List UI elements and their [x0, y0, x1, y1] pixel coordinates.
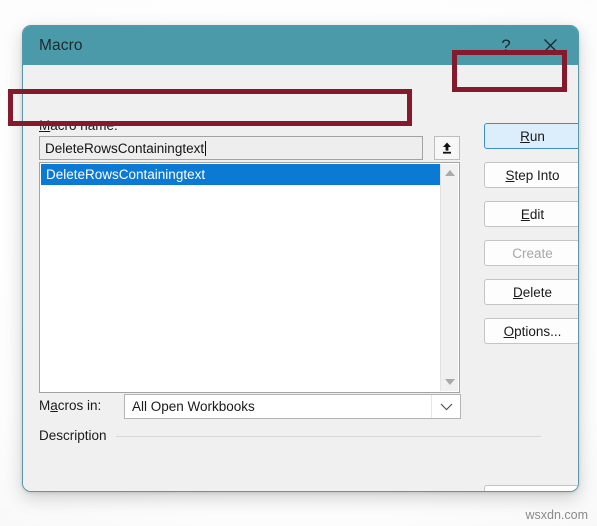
listbox-scrollbar[interactable] [440, 164, 458, 391]
chevron-down-icon[interactable] [431, 395, 460, 418]
step-into-button-mnemonic: S [505, 167, 515, 183]
list-item[interactable]: DeleteRowsContainingtext [41, 164, 440, 185]
macros-in-label-post: cros in: [57, 398, 102, 413]
run-button[interactable]: Run [484, 123, 578, 149]
upload-arrow-icon[interactable] [434, 136, 460, 160]
question-mark-icon[interactable]: ? [484, 26, 528, 65]
macros-in-value: All Open Workbooks [132, 399, 255, 414]
macro-name-input[interactable]: DeleteRowsContainingtext [39, 136, 423, 160]
description-value [39, 447, 541, 477]
options-button-mnemonic: O [503, 323, 515, 339]
macros-in-label-pre: M [39, 398, 51, 413]
close-icon[interactable] [528, 26, 572, 65]
step-into-button-label: tep Into [514, 167, 560, 183]
macros-in-select[interactable]: All Open Workbooks [124, 394, 461, 419]
edit-button-label: dit [529, 206, 545, 222]
macro-name-label-rest: acro name: [50, 118, 118, 133]
macro-name-label: Macro name: [39, 118, 118, 133]
cancel-button-label: Cancel [511, 491, 553, 492]
macros-in-label: Macros in: [39, 398, 101, 413]
dialog-titlebar: Macro ? [23, 26, 578, 65]
macro-dialog: Macro ? Macro name: DeleteRowsContaining… [22, 25, 579, 492]
delete-button[interactable]: Delete [484, 279, 578, 305]
description-label: Description [39, 428, 107, 443]
options-button-label: ptions... [514, 323, 562, 339]
text-caret [205, 140, 207, 156]
macro-listbox[interactable]: DeleteRowsContainingtext [39, 162, 460, 393]
dialog-title: Macro [39, 36, 83, 54]
delete-button-mnemonic: D [512, 284, 523, 300]
create-button-label: Create [512, 245, 553, 261]
create-button: Create [484, 240, 578, 266]
macro-name-label-mnemonic: M [39, 118, 51, 133]
macro-name-input-value: DeleteRowsContainingtext [45, 140, 205, 156]
run-button-label: un [529, 128, 545, 144]
edit-button[interactable]: Edit [484, 201, 578, 227]
list-item-label: DeleteRowsContainingtext [46, 167, 206, 182]
titlebar-buttons: ? [484, 26, 572, 65]
watermark: wsxdn.com [525, 508, 588, 522]
dialog-body: Macro name: DeleteRowsContainingtext Del… [23, 65, 578, 492]
step-into-button[interactable]: Step Into [484, 162, 578, 188]
triangle-down-icon[interactable] [441, 373, 459, 391]
options-button[interactable]: Options... [484, 318, 578, 344]
run-button-mnemonic: R [520, 128, 530, 144]
description-divider [116, 436, 541, 437]
edit-button-mnemonic: E [520, 206, 530, 222]
cancel-button[interactable]: Cancel [484, 485, 578, 492]
macros-in-label-mnemonic: a [50, 398, 58, 413]
triangle-up-icon[interactable] [441, 164, 459, 182]
delete-button-label: elete [522, 284, 553, 300]
